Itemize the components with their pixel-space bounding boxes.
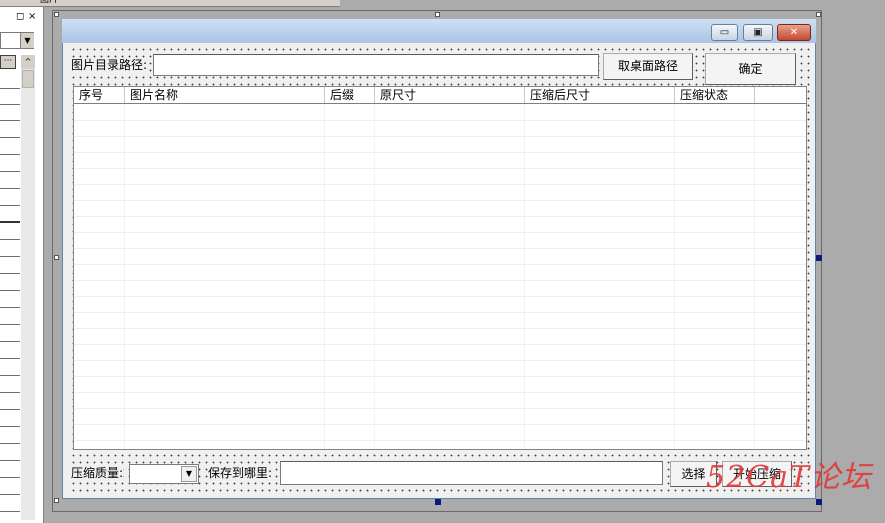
property-row[interactable] (0, 88, 20, 89)
column-divider (674, 104, 675, 449)
property-row[interactable] (0, 324, 20, 325)
panel-maximize-icon[interactable]: ◻ (16, 12, 26, 22)
column-header-compressed-size[interactable]: 压缩后尺寸 (525, 87, 675, 103)
top-tab-strip: 图片 (0, 0, 340, 7)
column-header-name[interactable]: 图片名称 (125, 87, 325, 103)
close-icon[interactable]: ✕ (777, 24, 811, 41)
property-row[interactable] (0, 494, 20, 495)
column-divider (374, 104, 375, 449)
save-location-label: 保存到哪里: (208, 466, 273, 481)
list-row-line (74, 360, 806, 361)
list-row-line (74, 200, 806, 201)
resize-handle[interactable] (816, 255, 822, 261)
list-row-line (74, 408, 806, 409)
quality-label: 压缩质量: (71, 466, 124, 481)
scroll-thumb[interactable] (22, 70, 34, 88)
list-row-line (74, 376, 806, 377)
list-row-line (74, 312, 806, 313)
column-divider (754, 104, 755, 449)
top-tab-label[interactable]: 图片 (40, 0, 58, 5)
list-row-line (74, 424, 806, 425)
image-list[interactable]: 序号 图片名称 后缀 原尺寸 压缩后尺寸 压缩状态 (73, 86, 807, 450)
list-row-line (74, 296, 806, 297)
list-row-line (74, 392, 806, 393)
chevron-down-icon[interactable]: ▼ (181, 466, 197, 482)
column-divider (124, 104, 125, 449)
watermark: 52CaT论坛 (706, 460, 873, 495)
property-row[interactable] (0, 290, 20, 291)
path-label: 图片目录路径: (71, 58, 148, 73)
list-row-line (74, 344, 806, 345)
property-row[interactable] (0, 477, 20, 478)
property-row[interactable] (0, 392, 20, 393)
list-row-line (74, 248, 806, 249)
list-row-line (74, 184, 806, 185)
property-row[interactable] (0, 171, 20, 172)
property-row[interactable] (0, 341, 20, 342)
list-row-line (74, 328, 806, 329)
property-row[interactable] (0, 273, 20, 274)
resize-handle[interactable] (435, 12, 440, 17)
list-row-line (74, 120, 806, 121)
property-row[interactable] (0, 221, 20, 223)
resize-handle[interactable] (54, 498, 59, 503)
column-header-original-size[interactable]: 原尺寸 (375, 87, 525, 103)
property-row[interactable] (0, 256, 20, 257)
column-header-index[interactable]: 序号 (74, 87, 125, 103)
list-row-line (74, 440, 806, 441)
save-path-input[interactable] (280, 461, 663, 485)
property-row[interactable] (0, 426, 20, 427)
property-row[interactable] (0, 205, 20, 206)
property-row[interactable] (0, 375, 20, 376)
property-row[interactable] (0, 460, 20, 461)
resize-handle[interactable] (54, 255, 59, 260)
property-row[interactable] (0, 154, 20, 155)
ok-button[interactable]: 确定 (705, 53, 796, 85)
resize-handle[interactable] (816, 12, 821, 17)
title-bar[interactable] (62, 19, 816, 43)
property-row[interactable] (0, 188, 20, 189)
list-row-line (74, 280, 806, 281)
column-divider (524, 104, 525, 449)
list-row-line (74, 168, 806, 169)
panel-scrollbar[interactable] (21, 55, 35, 520)
property-row[interactable] (0, 120, 20, 121)
list-row-line (74, 264, 806, 265)
chevron-down-icon[interactable]: ▼ (20, 33, 34, 48)
maximize-icon[interactable]: ▣ (743, 24, 773, 41)
column-divider (324, 104, 325, 449)
property-row[interactable] (0, 307, 20, 308)
scroll-up-icon[interactable]: ^ (21, 55, 35, 69)
column-header-status[interactable]: 压缩状态 (675, 87, 755, 103)
minimize-icon[interactable]: ▭ (711, 24, 738, 41)
path-input[interactable] (153, 54, 599, 76)
property-row[interactable] (0, 239, 20, 240)
list-row-line (74, 216, 806, 217)
desktop-path-button[interactable]: 取桌面路径 (603, 53, 693, 80)
property-row[interactable] (0, 104, 20, 105)
list-header: 序号 图片名称 后缀 原尺寸 压缩后尺寸 压缩状态 (74, 87, 806, 104)
list-row-line (74, 136, 806, 137)
panel-close-icon[interactable]: × (28, 12, 40, 22)
list-row-line (74, 232, 806, 233)
property-row[interactable] (0, 409, 20, 410)
property-row[interactable] (0, 137, 20, 138)
column-header-suffix[interactable]: 后缀 (325, 87, 375, 103)
resize-handle[interactable] (54, 12, 59, 17)
list-row-line (74, 152, 806, 153)
resize-handle[interactable] (435, 499, 441, 505)
property-row[interactable] (0, 443, 20, 444)
property-row[interactable] (0, 511, 20, 512)
property-row[interactable] (0, 358, 20, 359)
resize-handle[interactable] (816, 499, 822, 505)
ellipsis-button[interactable]: ··· (0, 55, 16, 69)
